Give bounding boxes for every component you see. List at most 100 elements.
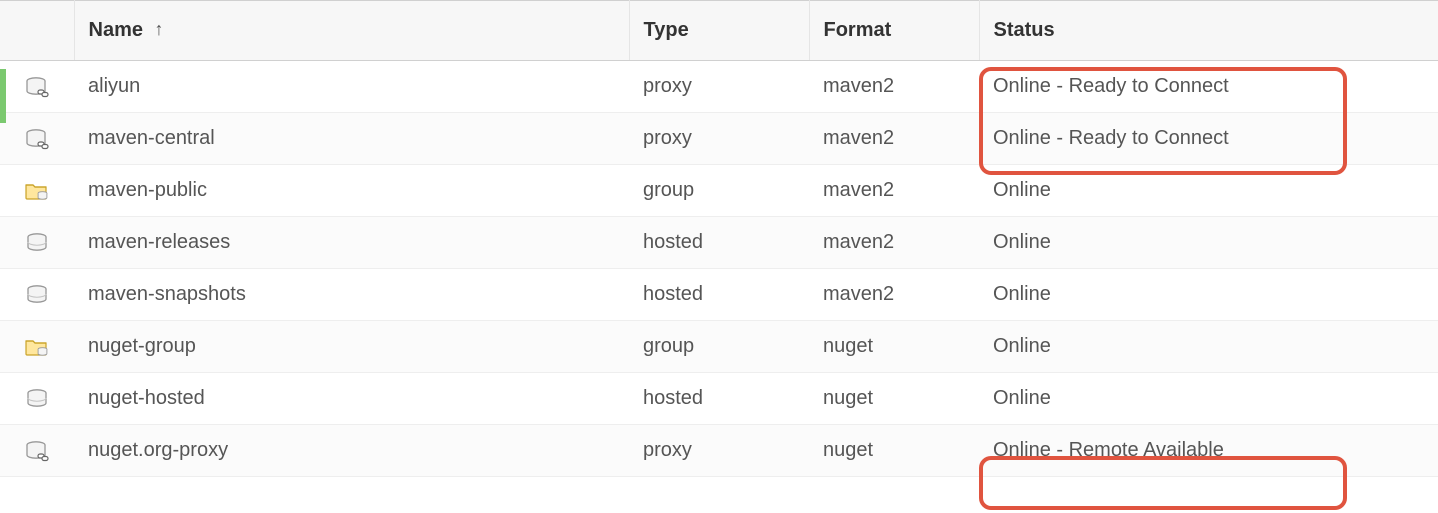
cell-type: hosted (629, 373, 809, 425)
cell-status: Online (979, 269, 1438, 321)
cell-name-text: nuget-group (88, 335, 196, 357)
proxy-icon (24, 128, 50, 150)
cell-type: proxy (629, 425, 809, 477)
cell-format-text: maven2 (823, 75, 894, 97)
cell-format-text: maven2 (823, 179, 894, 201)
cell-format-text: maven2 (823, 231, 894, 253)
cell-type-text: proxy (643, 439, 692, 461)
cell-name-text: maven-snapshots (88, 283, 246, 305)
cell-status-text: Online (993, 335, 1051, 357)
cell-name: nuget-hosted (74, 373, 629, 425)
column-header-type-label: Type (644, 19, 689, 41)
column-header-format[interactable]: Format (809, 1, 979, 61)
cell-format: maven2 (809, 61, 979, 113)
cell-format: nuget (809, 373, 979, 425)
table-row[interactable]: nuget-hosted hosted nuget Online (0, 373, 1438, 425)
cell-name-text: nuget.org-proxy (88, 439, 228, 461)
cell-status: Online - Ready to Connect (979, 113, 1438, 165)
cell-type-text: hosted (643, 231, 703, 253)
cell-type: proxy (629, 61, 809, 113)
cell-format: nuget (809, 321, 979, 373)
cell-type: hosted (629, 269, 809, 321)
cell-name-text: maven-public (88, 179, 207, 201)
cell-status-text: Online (993, 283, 1051, 305)
row-icon-cell (0, 321, 74, 373)
hosted-icon (24, 284, 50, 306)
cell-status-text: Online (993, 179, 1051, 201)
selection-accent-bar (0, 69, 6, 123)
cell-status-text: Online (993, 387, 1051, 409)
cell-type: group (629, 321, 809, 373)
cell-status: Online - Remote Available (979, 425, 1438, 477)
repositories-table: Name ↑ Type Format Status aliyunproxymav… (0, 0, 1438, 477)
cell-format: maven2 (809, 269, 979, 321)
cell-format-text: maven2 (823, 127, 894, 149)
cell-name: maven-central (74, 113, 629, 165)
table-row[interactable]: maven-central proxy maven2 Online - Ready t… (0, 113, 1438, 165)
table-row[interactable]: maven-public group maven2 Online (0, 165, 1438, 217)
row-icon-cell (0, 165, 74, 217)
column-header-status-label: Status (994, 19, 1055, 41)
cell-status: Online (979, 321, 1438, 373)
table-row[interactable]: maven-releases hosted maven2 Online (0, 217, 1438, 269)
table-row[interactable]: nuget-group group nuget Online (0, 321, 1438, 373)
cell-status-text: Online - Ready to Connect (993, 127, 1229, 149)
cell-name-text: aliyun (88, 75, 140, 97)
cell-type-text: hosted (643, 283, 703, 305)
row-icon-cell (0, 113, 74, 165)
cell-type: group (629, 165, 809, 217)
proxy-icon (24, 76, 50, 98)
cell-type: proxy (629, 113, 809, 165)
cell-format-text: nuget (823, 439, 873, 461)
cell-format-text: nuget (823, 335, 873, 357)
row-icon-cell (0, 217, 74, 269)
row-icon-cell (0, 269, 74, 321)
cell-type: hosted (629, 217, 809, 269)
table-row[interactable]: maven-snapshots hosted maven2 Online (0, 269, 1438, 321)
cell-name: maven-snapshots (74, 269, 629, 321)
column-header-format-label: Format (824, 19, 892, 41)
cell-name: nuget.org-proxy (74, 425, 629, 477)
column-header-status[interactable]: Status (979, 1, 1438, 61)
table-row[interactable]: aliyun proxy maven2 Online - Ready to Conne… (0, 61, 1438, 113)
cell-name: nuget-group (74, 321, 629, 373)
hosted-icon (24, 388, 50, 410)
cell-name-text: maven-releases (88, 231, 230, 253)
cell-type-text: group (643, 179, 694, 201)
cell-type-text: hosted (643, 387, 703, 409)
table-row[interactable]: nuget.org-proxy proxy nuget Online - Remote… (0, 425, 1438, 477)
cell-format-text: maven2 (823, 283, 894, 305)
hosted-icon (24, 232, 50, 254)
column-header-name-label: Name (89, 19, 143, 41)
group-icon (24, 336, 50, 358)
row-icon-cell (0, 373, 74, 425)
cell-name: aliyun (74, 61, 629, 113)
row-icon-cell (0, 425, 74, 477)
cell-format-text: nuget (823, 387, 873, 409)
cell-status-text: Online (993, 231, 1051, 253)
column-header-icon[interactable] (0, 1, 74, 61)
cell-status-text: Online - Ready to Connect (993, 75, 1229, 97)
repositories-table-container: Name ↑ Type Format Status aliyunproxymav… (0, 0, 1438, 477)
sort-ascending-icon: ↑ (155, 19, 164, 40)
cell-name-text: maven-central (88, 127, 215, 149)
cell-name: maven-releases (74, 217, 629, 269)
cell-name: maven-public (74, 165, 629, 217)
proxy-icon (24, 440, 50, 462)
row-icon-cell (0, 61, 74, 113)
cell-status-text: Online - Remote Available (993, 439, 1224, 461)
column-header-name[interactable]: Name ↑ (74, 1, 629, 61)
cell-format: nuget (809, 425, 979, 477)
group-icon (24, 180, 50, 202)
cell-type-text: proxy (643, 127, 692, 149)
cell-status: Online - Ready to Connect (979, 61, 1438, 113)
column-header-type[interactable]: Type (629, 1, 809, 61)
cell-status: Online (979, 373, 1438, 425)
cell-status: Online (979, 217, 1438, 269)
cell-format: maven2 (809, 113, 979, 165)
cell-name-text: nuget-hosted (88, 387, 205, 409)
cell-format: maven2 (809, 217, 979, 269)
table-header-row: Name ↑ Type Format Status (0, 1, 1438, 61)
cell-status: Online (979, 165, 1438, 217)
cell-format: maven2 (809, 165, 979, 217)
